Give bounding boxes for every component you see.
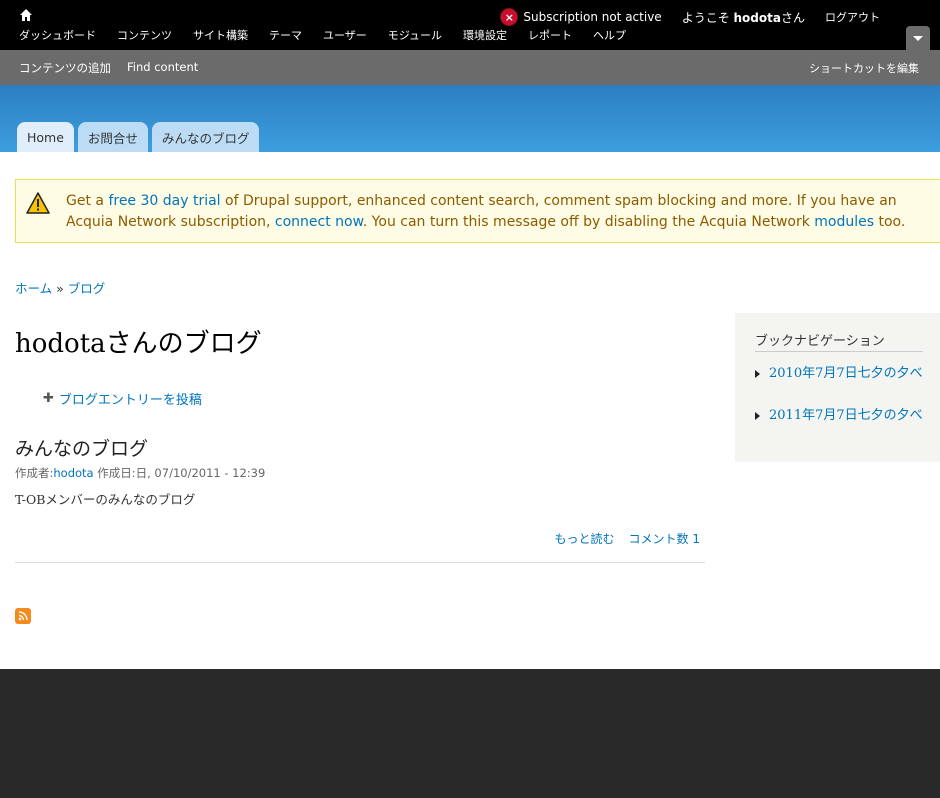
triangle-right-icon — [755, 370, 760, 378]
author-link[interactable]: hodota — [53, 466, 93, 480]
page-title: hodotaさんのブログ — [15, 329, 262, 359]
message-text: Get a free 30 day trial of Drupal suppor… — [66, 193, 906, 230]
breadcrumb: ホーム » ブログ — [15, 281, 106, 296]
subscription-status[interactable]: × Subscription not active — [500, 8, 662, 26]
add-blog-entry: ✚ ブログエントリーを投稿 — [43, 389, 202, 408]
acquia-warning-message: Get a free 30 day trial of Drupal suppor… — [15, 179, 940, 243]
modules-link[interactable]: modules — [814, 214, 874, 230]
warning-icon — [26, 192, 50, 214]
add-blog-entry-link[interactable]: ブログエントリーを投稿 — [59, 389, 202, 408]
menu-reports[interactable]: レポート — [528, 27, 572, 43]
username[interactable]: hodota — [734, 11, 781, 25]
subscription-status-text: Subscription not active — [523, 10, 662, 24]
book-nav-item[interactable]: 2011年7月7日七夕の夕べ — [755, 407, 925, 425]
node-divider — [15, 562, 705, 563]
tab-home[interactable]: Home — [17, 122, 74, 152]
site-header: Home お問合せ みんなのブログ — [0, 85, 940, 152]
menu-content[interactable]: コンテンツ — [117, 27, 172, 43]
connect-now-link[interactable]: connect now — [275, 214, 363, 230]
menu-modules[interactable]: モジュール — [388, 27, 442, 43]
menu-people[interactable]: ユーザー — [323, 27, 367, 43]
free-trial-link[interactable]: free 30 day trial — [108, 193, 220, 209]
node-title[interactable]: みんなのブログ — [15, 434, 148, 461]
menu-dashboard[interactable]: ダッシュボード — [19, 27, 96, 43]
triangle-right-icon — [755, 412, 760, 420]
book-navigation-title: ブックナビゲーション — [755, 334, 885, 349]
home-icon[interactable] — [19, 8, 33, 22]
menu-help[interactable]: ヘルプ — [593, 27, 626, 43]
tab-contact[interactable]: お問合せ — [77, 122, 148, 152]
site-footer — [0, 669, 940, 798]
read-more-link[interactable]: もっと読む — [555, 530, 615, 547]
book-nav-item[interactable]: 2010年7月7日七夕の夕べ — [755, 365, 925, 383]
menu-appearance[interactable]: テーマ — [269, 27, 302, 43]
admin-menu: ダッシュボード コンテンツ サイト構築 テーマ ユーザー モジュール 環境設定 … — [19, 27, 647, 43]
edit-shortcuts-link[interactable]: ショートカットを編集 — [809, 60, 919, 76]
rss-feed-icon[interactable] — [15, 608, 31, 624]
shortcuts-toggle-button[interactable] — [906, 26, 930, 50]
comments-link[interactable]: コメント数 1 — [629, 530, 700, 547]
shortcut-add-content[interactable]: コンテンツの追加 — [19, 60, 111, 76]
node-body: T-OBメンバーのみんなのブログ — [15, 492, 196, 507]
tab-everyone-blog[interactable]: みんなのブログ — [151, 122, 260, 152]
admin-toolbar: ダッシュボード コンテンツ サイト構築 テーマ ユーザー モジュール 環境設定 … — [0, 0, 940, 50]
menu-configuration[interactable]: 環境設定 — [463, 27, 507, 43]
menu-structure[interactable]: サイト構築 — [193, 27, 248, 43]
sidebar-divider — [755, 351, 923, 352]
user-area: × Subscription not active ようこそ hodotaさん … — [500, 8, 880, 26]
logout-link[interactable]: ログアウト — [825, 9, 880, 25]
chevron-down-icon — [913, 35, 923, 41]
error-icon: × — [500, 8, 519, 26]
welcome-text: ようこそ hodotaさん — [681, 10, 805, 25]
plus-icon: ✚ — [43, 391, 54, 406]
shortcut-bar: コンテンツの追加 Find content ショートカットを編集 — [0, 50, 940, 85]
node-links: もっと読む コメント数 1 — [541, 530, 700, 547]
shortcut-find-content[interactable]: Find content — [127, 60, 198, 76]
book-navigation-block: ブックナビゲーション 2010年7月7日七夕の夕べ 2011年7月7日七夕の夕べ — [735, 313, 940, 462]
main-menu-tabs: Home お問合せ みんなのブログ — [17, 122, 263, 152]
breadcrumb-home[interactable]: ホーム — [15, 281, 52, 296]
submitted-info: 作成者:hodota 作成日:日, 07/10/2011 - 12:39 — [15, 466, 266, 480]
breadcrumb-blog[interactable]: ブログ — [68, 281, 106, 296]
